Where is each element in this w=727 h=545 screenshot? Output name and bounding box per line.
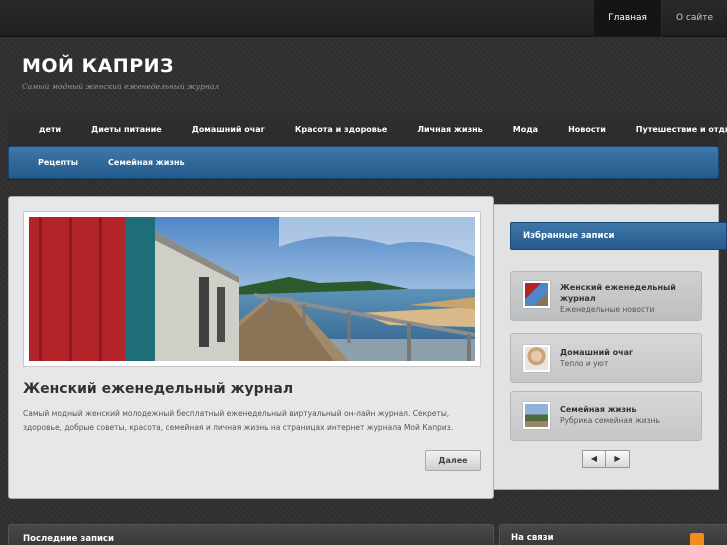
slider-pager: ◀ ▶	[582, 450, 630, 468]
featured-image[interactable]	[23, 211, 481, 367]
featured-item-subtitle: Тепло и уют	[560, 359, 609, 368]
main-nav-row: дети Диеты питание Домашний очаг Красота…	[8, 112, 727, 146]
featured-sidebar-heading: Избранные записи	[510, 222, 727, 250]
contact-heading: На связи	[511, 533, 554, 543]
top-nav-about[interactable]: О сайте	[660, 0, 727, 37]
nav-item-beauty[interactable]: Красота и здоровье	[280, 125, 403, 134]
main-nav-row-secondary: Рецепты Семейная жизнь	[8, 146, 719, 179]
nav-item-diets[interactable]: Диеты питание	[76, 125, 177, 134]
featured-item-subtitle: Еженедельные новости	[560, 305, 655, 314]
nav-item-travel[interactable]: Путешествие и отдых	[621, 125, 727, 134]
featured-excerpt: Самый модный женский молодежный бесплатн…	[23, 409, 454, 432]
woman-portrait-thumbnail-icon	[523, 345, 550, 372]
featured-list-item[interactable]: Домашний очаг Тепло и уют	[510, 333, 702, 383]
featured-item-title: Семейная жизнь	[560, 405, 637, 414]
site-title[interactable]: МОЙ КАПРИЗ	[22, 55, 174, 77]
landscape-thumbnail-icon	[523, 402, 550, 429]
nav-item-family-life[interactable]: Семейная жизнь	[93, 158, 200, 167]
contact-widget: На связи	[499, 524, 727, 545]
more-button[interactable]: Далее	[425, 450, 481, 471]
main-nav: дети Диеты питание Домашний очаг Красота…	[8, 112, 727, 180]
boardwalk-thumbnail-icon	[523, 281, 550, 308]
featured-item-subtitle: Рубрика семейная жизнь	[560, 416, 660, 425]
featured-list-item[interactable]: Семейная жизнь Рубрика семейная жизнь	[510, 391, 702, 441]
site-description: Самый модный женский еженедельный журнал	[22, 82, 220, 91]
nav-item-recipes[interactable]: Рецепты	[23, 158, 93, 167]
recent-posts-widget: Последние записи	[8, 524, 494, 545]
featured-item-title: Женский еженедельный журнал	[560, 283, 676, 303]
top-bar: Главная О сайте	[0, 0, 727, 37]
nav-item-personal-life[interactable]: Личная жизнь	[402, 125, 497, 134]
nav-item-kids[interactable]: дети	[24, 125, 76, 134]
nav-item-fashion[interactable]: Мода	[498, 125, 553, 134]
top-nav: Главная О сайте	[594, 0, 727, 37]
featured-title[interactable]: Женский еженедельный журнал	[23, 381, 293, 397]
top-nav-home[interactable]: Главная	[594, 0, 661, 37]
recent-posts-heading: Последние записи	[23, 534, 114, 544]
prev-arrow-icon[interactable]: ◀	[582, 450, 606, 468]
featured-list-item[interactable]: Женский еженедельный журнал Еженедельные…	[510, 271, 702, 321]
featured-post: Женский еженедельный журнал Самый модный…	[8, 196, 494, 499]
next-arrow-icon[interactable]: ▶	[606, 450, 630, 468]
rss-icon[interactable]	[690, 533, 704, 545]
boardwalk-photo	[29, 217, 475, 361]
nav-item-home[interactable]: Домашний очаг	[177, 125, 280, 134]
nav-item-news[interactable]: Новости	[553, 125, 621, 134]
featured-item-title: Домашний очаг	[560, 348, 634, 357]
